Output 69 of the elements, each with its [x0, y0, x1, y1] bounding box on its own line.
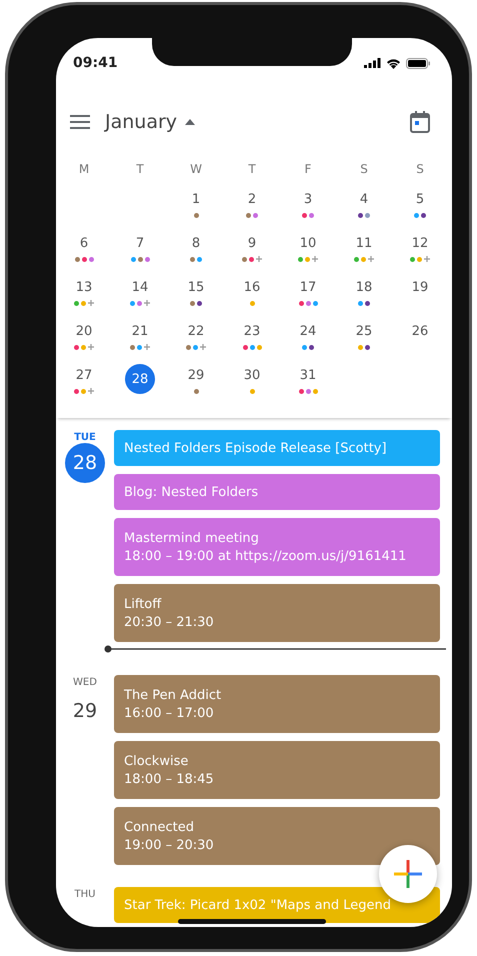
day-number[interactable]: 25: [349, 320, 379, 342]
event-time: 20:30 – 21:30: [124, 614, 215, 630]
day-number[interactable]: 12: [405, 232, 435, 254]
plus-icon: [394, 860, 422, 888]
event-title: Nested Folders Episode Release [Scotty]: [124, 440, 388, 456]
day-number[interactable]: 2: [237, 188, 267, 210]
status-time: 09:41: [73, 55, 118, 71]
day-number[interactable]: 23: [237, 320, 267, 342]
day-number[interactable]: 21: [125, 320, 155, 342]
day-number[interactable]: 28: [125, 364, 155, 394]
weekday-label: W: [189, 162, 203, 178]
event-time: 19:00 – 20:30: [124, 838, 215, 852]
day-number[interactable]: 31: [293, 364, 323, 386]
agenda-date: 28: [65, 443, 105, 483]
event-title: Blog: Nested Folders: [124, 484, 260, 500]
event-card[interactable]: Liftoff 20:30 – 21:30: [114, 584, 440, 642]
event-title: The Pen Addict: [124, 688, 222, 702]
day-number[interactable]: 18: [349, 276, 379, 298]
event-title: Liftoff: [124, 596, 162, 612]
weekday-label: M: [78, 162, 90, 178]
weekday-label: S: [359, 162, 369, 178]
caret-icon: [185, 119, 196, 125]
event-title: Connected: [124, 820, 196, 834]
day-number[interactable]: 14: [125, 276, 155, 298]
event-title: Mastermind meeting: [124, 530, 260, 546]
day-number[interactable]: 22: [181, 320, 211, 342]
day-number[interactable]: 6: [69, 232, 99, 254]
event-time: 16:00 – 17:00: [124, 706, 215, 720]
day-number[interactable]: 30: [237, 364, 267, 386]
event-card[interactable]: Connected 19:00 – 20:30: [114, 807, 440, 865]
agenda-weekday: THU: [74, 889, 96, 900]
event-title: Clockwise: [124, 754, 190, 768]
agenda-date: 29: [72, 699, 98, 724]
day-number[interactable]: 13: [69, 276, 99, 298]
calendar-icon[interactable]: [410, 111, 430, 133]
weekday-label: S: [415, 162, 425, 178]
weekday-label: F: [304, 162, 312, 178]
day-number[interactable]: 15: [181, 276, 211, 298]
event-card[interactable]: The Pen Addict 16:00 – 17:00: [114, 675, 440, 733]
agenda-weekday: WED: [73, 677, 97, 688]
day-number[interactable]: 16: [237, 276, 267, 298]
menu-icon[interactable]: [70, 115, 90, 129]
day-number[interactable]: 10: [293, 232, 323, 254]
agenda-weekday: TUE: [74, 432, 96, 443]
wifi-icon: [386, 58, 401, 68]
event-card[interactable]: Clockwise 18:00 – 18:45: [114, 741, 440, 799]
event-time: 18:00 – 18:45: [124, 772, 215, 786]
day-number[interactable]: 4: [349, 188, 379, 210]
day-number[interactable]: 29: [181, 364, 211, 386]
day-number[interactable]: 11: [349, 232, 379, 254]
battery-icon: [406, 58, 430, 68]
day-number[interactable]: 17: [293, 276, 323, 298]
event-title: Star Trek: Picard 1x02 "Maps and Legend: [124, 898, 392, 912]
weekday-label: T: [135, 162, 145, 178]
day-number[interactable]: 20: [69, 320, 99, 342]
day-number[interactable]: 19: [405, 276, 435, 298]
day-number[interactable]: 5: [405, 188, 435, 210]
day-number[interactable]: 9: [237, 232, 267, 254]
month-selector[interactable]: January: [105, 111, 196, 133]
weekday-label: T: [247, 162, 257, 178]
day-number[interactable]: 1: [181, 188, 211, 210]
event-time: 18:00 – 19:00 at https://zoom.us/j/9161411: [124, 548, 408, 564]
signal-icon: [364, 58, 381, 68]
day-number[interactable]: 7: [125, 232, 155, 254]
day-number[interactable]: 24: [293, 320, 323, 342]
day-number[interactable]: 26: [405, 320, 435, 342]
day-number[interactable]: 3: [293, 188, 323, 210]
day-number[interactable]: 27: [69, 364, 99, 386]
day-number[interactable]: 8: [181, 232, 211, 254]
